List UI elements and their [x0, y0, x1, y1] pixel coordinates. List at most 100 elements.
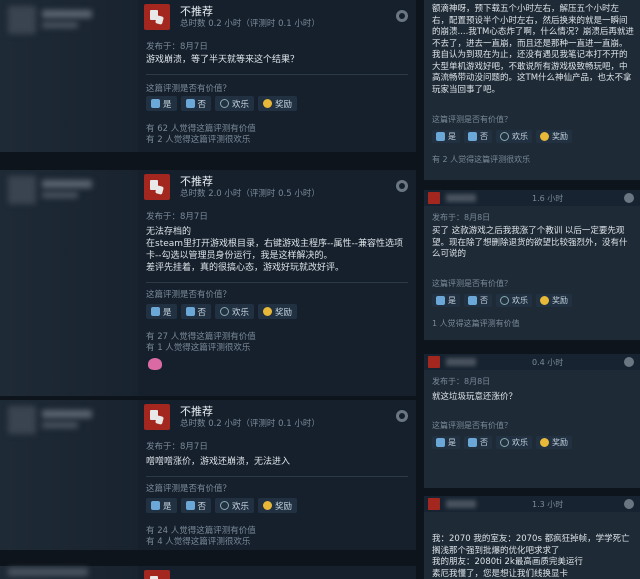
vote-no-button[interactable]: 否 [464, 436, 492, 449]
left-review-column: 不推荐 总时数 0.2 小时（评测时 0.1 小时） 发布于：8月7日 游戏崩溃… [0, 0, 416, 579]
review-author[interactable] [0, 0, 138, 152]
award-button[interactable]: 奖励 [258, 304, 298, 319]
award-label: 奖励 [275, 307, 293, 318]
thumbs-down-icon [144, 404, 170, 430]
vote-no-label: 否 [480, 296, 488, 305]
vote-yes-button[interactable]: 是 [146, 96, 177, 111]
helpful-question: 这篇评测是否有价值？ [432, 279, 512, 288]
playtime: 1.3 小时 [532, 500, 564, 509]
award-button[interactable]: 奖励 [536, 436, 572, 449]
steam-icon [396, 180, 408, 192]
steam-icon [396, 10, 408, 22]
award-label: 奖励 [552, 438, 568, 447]
vote-yes-button[interactable]: 是 [146, 304, 177, 319]
thumbs-up-icon [151, 99, 160, 108]
thumbs-down-icon [185, 501, 195, 510]
posted-date: 发布于：8月8日 [432, 377, 491, 386]
smiley-icon [500, 438, 509, 447]
author-name[interactable] [446, 500, 476, 508]
thumbs-down-icon [144, 570, 170, 579]
steam-icon [624, 357, 634, 367]
smiley-icon [220, 99, 230, 108]
vote-yes-label: 是 [163, 99, 172, 110]
steam-icon [624, 499, 634, 509]
vote-funny-button[interactable]: 欢乐 [496, 294, 532, 307]
author-name[interactable] [446, 194, 476, 202]
author-name[interactable] [8, 568, 88, 576]
funny-count: 有 1 人觉得这篇评测很欢乐 [146, 343, 251, 353]
author-name[interactable] [42, 410, 92, 418]
vote-no-label: 否 [197, 501, 207, 512]
vote-funny-label: 欢乐 [512, 132, 528, 141]
divider [146, 476, 408, 477]
review-author[interactable] [0, 170, 138, 396]
smiley-icon [220, 307, 230, 316]
vote-yes-label: 是 [163, 501, 172, 512]
review-author[interactable] [0, 400, 138, 550]
steam-icon [396, 410, 408, 422]
posted-date: 发布于：8月7日 [146, 442, 208, 452]
vote-no-button[interactable]: 否 [180, 498, 212, 513]
vote-yes-button[interactable]: 是 [432, 436, 460, 449]
vote-yes-button[interactable]: 是 [432, 130, 460, 143]
vote-funny-button[interactable]: 欢乐 [215, 96, 255, 111]
helpful-question: 这篇评测是否有价值？ [146, 484, 232, 494]
vote-funny-label: 欢乐 [512, 438, 528, 447]
award-label: 奖励 [275, 99, 293, 110]
divider [146, 282, 408, 283]
vote-buttons: 是 否 欢乐 奖励 [146, 498, 298, 513]
award-icon [263, 307, 273, 316]
author-name[interactable] [42, 10, 92, 18]
vote-no-label: 否 [480, 438, 488, 447]
review-card: 不推荐 总时数 2.0 小时（评测时 0.5 小时） 发布于：8月7日 无法存档… [0, 170, 416, 396]
author-stats [42, 422, 78, 428]
vote-yes-button[interactable]: 是 [146, 498, 177, 513]
thumbs-down-icon [185, 99, 195, 108]
review-header[interactable]: 0.4 小时 [424, 354, 640, 370]
vote-no-button[interactable]: 否 [464, 130, 492, 143]
thumbs-down-icon [428, 498, 440, 510]
vote-yes-label: 是 [448, 296, 456, 305]
author-name[interactable] [42, 180, 92, 188]
posted-date: 发布于：8月8日 [432, 213, 491, 222]
thumbs-down-icon [468, 132, 477, 141]
review-body: 无法存档的 在steam里打开游戏根目录，右键游戏主程序--属性--兼容性选项卡… [146, 227, 404, 273]
vote-funny-button[interactable]: 欢乐 [496, 130, 532, 143]
award-button[interactable]: 奖励 [258, 96, 298, 111]
review-card: 不推荐 总时数 0.2 小时（评测时 0.1 小时） 发布于：8月7日 游戏崩溃… [0, 0, 416, 152]
review-content [138, 566, 416, 579]
author-name[interactable] [446, 358, 476, 366]
vote-funny-button[interactable]: 欢乐 [215, 304, 255, 319]
helpful-question: 这篇评测是否有价值？ [432, 115, 512, 124]
column-gap [416, 0, 424, 579]
review-gap [424, 180, 640, 190]
vote-no-button[interactable]: 否 [180, 96, 212, 111]
award-label: 奖励 [552, 296, 568, 305]
funny-count: 有 2 人觉得这篇评测很欢乐 [432, 155, 531, 164]
review-card: 不推荐 总时数 0.2 小时（评测时 0.1 小时） 发布于：8月7日 噌噌噌涨… [0, 400, 416, 550]
author-stats [42, 192, 78, 198]
thumbs-up-icon [436, 296, 445, 305]
vote-funny-button[interactable]: 欢乐 [215, 498, 255, 513]
thumbs-down-icon [144, 174, 170, 200]
playtime: 1.6 小时 [532, 194, 564, 203]
review-header[interactable]: 1.3 小时 [424, 496, 640, 512]
avatar[interactable] [8, 6, 36, 34]
review-header[interactable]: 1.6 小时 [424, 190, 640, 206]
award-button[interactable]: 奖励 [258, 498, 298, 513]
vote-funny-label: 欢乐 [232, 99, 250, 110]
review-gap [0, 550, 416, 566]
vote-funny-button[interactable]: 欢乐 [496, 436, 532, 449]
vote-no-button[interactable]: 否 [180, 304, 212, 319]
review-author[interactable] [0, 566, 138, 579]
avatar[interactable] [8, 406, 36, 434]
vote-yes-button[interactable]: 是 [432, 294, 460, 307]
review-card: 1.3 小时 我：2070 我的室友：2070s 都疯狂掉帧，学学死亡搁浅那个强… [424, 496, 640, 579]
vote-yes-label: 是 [448, 438, 456, 447]
award-button[interactable]: 奖励 [536, 130, 572, 143]
playtime: 总时数 0.2 小时（评测时 0.1 小时） [180, 419, 320, 429]
vote-no-button[interactable]: 否 [464, 294, 492, 307]
avatar[interactable] [8, 176, 36, 204]
thumbs-down-icon [468, 296, 477, 305]
award-button[interactable]: 奖励 [536, 294, 572, 307]
